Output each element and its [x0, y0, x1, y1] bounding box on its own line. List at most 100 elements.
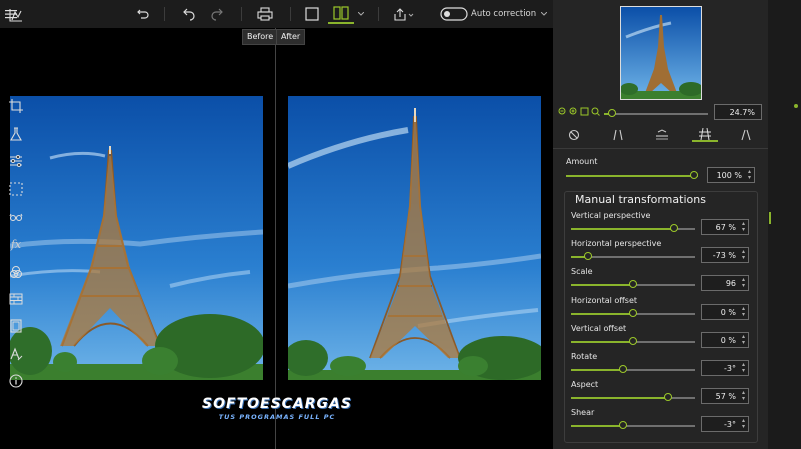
- vertical-perspective-slider-fill: [571, 228, 674, 230]
- zoom-in-icon[interactable]: [569, 107, 577, 115]
- before-label: Before: [242, 29, 279, 45]
- amount-value-field[interactable]: 100 % ▴ ▾: [707, 167, 755, 183]
- spin-arrows-icon[interactable]: ▴ ▾: [742, 362, 745, 374]
- vertical-perspective-value: 67 %: [715, 223, 736, 232]
- horizontal-perspective-value-field[interactable]: -73 % ▴ ▾: [701, 247, 749, 263]
- manual-perspective-icon[interactable]: [692, 128, 718, 142]
- spin-arrows-icon[interactable]: ▴ ▾: [742, 418, 745, 430]
- spin-arrows-icon[interactable]: ▴ ▾: [742, 334, 745, 346]
- compare-divider[interactable]: [275, 28, 276, 449]
- actual-size-icon[interactable]: [591, 107, 600, 116]
- chevron-down-icon[interactable]: [356, 4, 366, 24]
- horizontal-perspective-slider[interactable]: [571, 252, 695, 260]
- single-view-icon[interactable]: [302, 4, 322, 24]
- info-icon[interactable]: [8, 373, 24, 389]
- manual-transformations-title: Manual transformations: [575, 193, 706, 206]
- vertical-perspective-slider-knob[interactable]: [669, 224, 678, 232]
- effects-fx-icon[interactable]: fx: [8, 236, 24, 252]
- undo-icon[interactable]: [179, 4, 199, 24]
- spin-arrows-icon[interactable]: ▴ ▾: [742, 221, 745, 233]
- navigator-thumbnail[interactable]: [620, 6, 702, 100]
- scale-slider-knob[interactable]: [629, 280, 637, 288]
- selection-icon[interactable]: [8, 181, 24, 197]
- after-image: [288, 96, 541, 380]
- crop-icon[interactable]: [8, 98, 24, 114]
- scale-value: 96: [725, 279, 736, 288]
- top-toolbar: Auto correction: [0, 0, 553, 28]
- zoom-out-icon[interactable]: [558, 107, 566, 115]
- horizontal-perspective-value: -73 %: [712, 251, 736, 260]
- horizontal-offset-slider-knob[interactable]: [629, 309, 637, 317]
- aspect-slider-knob[interactable]: [663, 393, 672, 401]
- aspect-value-field[interactable]: 57 % ▴ ▾: [701, 388, 749, 404]
- zoom-value-field[interactable]: 24.7%: [714, 104, 762, 120]
- spin-arrows-icon[interactable]: ▴ ▾: [742, 306, 745, 318]
- amount-value: 100 %: [716, 171, 742, 180]
- shear-slider-fill: [571, 425, 624, 427]
- amount-slider-knob[interactable]: [690, 171, 698, 179]
- spin-arrows-icon[interactable]: ▴ ▾: [742, 249, 745, 261]
- no-correction-icon[interactable]: [564, 128, 584, 142]
- frame-icon[interactable]: [8, 318, 24, 334]
- vertical-offset-label: Vertical offset: [571, 324, 627, 333]
- glasses-icon[interactable]: [8, 209, 24, 225]
- share-icon[interactable]: [391, 4, 417, 24]
- watermark-subtitle: TUS PROGRAMAS FULL PC: [218, 413, 336, 421]
- vertical-offset-value: 0 %: [720, 336, 736, 345]
- after-label: After: [276, 29, 306, 45]
- scale-value-field[interactable]: 96 ▴ ▾: [701, 275, 749, 291]
- sliders-icon[interactable]: [8, 153, 24, 169]
- aspect-slider[interactable]: [571, 393, 695, 401]
- vertical-offset-value-field[interactable]: 0 % ▴ ▾: [701, 332, 749, 348]
- watermark-title: SOFTOESCARGAS: [202, 396, 352, 412]
- rotate-slider-fill: [571, 369, 624, 371]
- vertical-offset-slider[interactable]: [571, 337, 695, 345]
- spin-arrows-icon[interactable]: ▴ ▾: [742, 390, 745, 402]
- auto-correction-toggle[interactable]: [439, 4, 469, 24]
- horizontal-offset-value-field[interactable]: 0 % ▴ ▾: [701, 304, 749, 320]
- rotate-value: -3°: [724, 364, 736, 373]
- vertical-perspective-value-field[interactable]: 67 % ▴ ▾: [701, 219, 749, 235]
- horizontal-perspective-label: Horizontal perspective: [571, 239, 662, 248]
- color-circles-icon[interactable]: [8, 264, 24, 280]
- shear-value: -3°: [724, 420, 736, 429]
- chevron-down-icon[interactable]: [539, 4, 549, 24]
- active-tool-indicator: [769, 212, 771, 224]
- texture-icon[interactable]: [8, 291, 24, 307]
- watermark: SOFTOESCARGAS TUS PROGRAMAS FULL PC: [192, 396, 362, 421]
- split-view-icon[interactable]: [328, 4, 354, 24]
- rotate-label: Rotate: [571, 352, 598, 361]
- horizon-icon[interactable]: [652, 128, 672, 142]
- keystone-icon[interactable]: [736, 128, 756, 142]
- before-image: [10, 96, 263, 380]
- back-icon[interactable]: [133, 4, 153, 24]
- panel-divider: [553, 148, 768, 149]
- histogram-icon[interactable]: [8, 7, 24, 23]
- vertical-perspective-slider[interactable]: [571, 224, 695, 232]
- active-indicator-dot: [794, 104, 798, 108]
- zoom-slider[interactable]: [604, 109, 708, 117]
- rotate-slider[interactable]: [571, 365, 695, 373]
- scale-slider-fill: [571, 284, 633, 286]
- redo-icon[interactable]: [207, 4, 227, 24]
- scale-slider[interactable]: [571, 280, 695, 288]
- flask-icon[interactable]: [8, 126, 24, 142]
- vertical-perspective-label: Vertical perspective: [571, 211, 651, 220]
- shear-slider[interactable]: [571, 421, 695, 429]
- horizontal-offset-label: Horizontal offset: [571, 296, 638, 305]
- aspect-slider-fill: [571, 397, 668, 399]
- shear-value-field[interactable]: -3° ▴ ▾: [701, 416, 749, 432]
- horizontal-offset-value: 0 %: [720, 308, 736, 317]
- horizontal-offset-slider[interactable]: [571, 309, 695, 317]
- fit-to-screen-icon[interactable]: [580, 107, 589, 116]
- amount-slider[interactable]: [566, 171, 698, 179]
- rotate-value-field[interactable]: -3° ▴ ▾: [701, 360, 749, 376]
- watermark-text-icon[interactable]: [8, 346, 24, 362]
- vertical-perspective-icon[interactable]: [608, 128, 628, 142]
- spin-arrows-icon[interactable]: ▴ ▾: [742, 277, 745, 289]
- print-icon[interactable]: [255, 4, 275, 24]
- spin-arrows-icon[interactable]: ▴ ▾: [748, 169, 751, 181]
- vertical-offset-slider-knob[interactable]: [629, 337, 637, 345]
- auto-correction-label: Auto correction: [471, 9, 537, 19]
- amount-label: Amount: [566, 157, 598, 166]
